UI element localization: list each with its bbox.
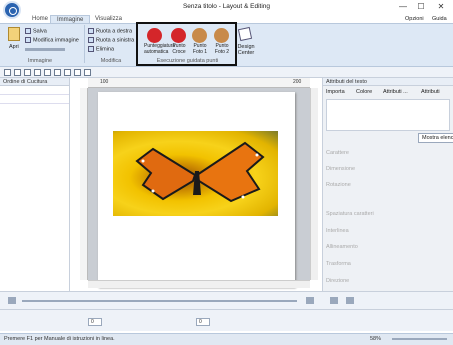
close-button[interactable]: ✕ xyxy=(434,2,448,12)
window-title: Senza titolo - Layout & Editing xyxy=(182,3,271,10)
save-label: Salva xyxy=(33,28,47,35)
sewing-order-title: Ordine di Cucitura xyxy=(0,78,69,86)
value-field[interactable]: 0 xyxy=(88,318,102,326)
butterfly-image xyxy=(135,141,265,203)
rotation-row[interactable]: Rotazione xyxy=(326,182,351,191)
butterfly-photo[interactable] xyxy=(113,131,278,216)
rotate-right-icon xyxy=(88,28,94,34)
auto-punch-label[interactable]: Punteggiatura automatica xyxy=(144,43,175,55)
show-list-button[interactable]: Mostra elenco xyxy=(418,133,453,143)
grid-icon[interactable] xyxy=(74,69,81,76)
stop-icon[interactable] xyxy=(346,297,354,304)
status-bar: Premere F1 per Manuale di istruzioni in … xyxy=(0,333,453,345)
save-icon[interactable] xyxy=(24,69,31,76)
design-center-button[interactable]: Design Center xyxy=(236,44,256,56)
zoom-slider[interactable] xyxy=(392,338,447,340)
transform-bar xyxy=(0,309,453,331)
attributes-tab-1[interactable]: Attributi ... xyxy=(383,89,408,95)
direction-row[interactable]: Direzione xyxy=(326,278,349,287)
playback-start-icon[interactable] xyxy=(8,297,16,304)
open-button[interactable]: Apri xyxy=(9,44,19,50)
rotate-right-button[interactable]: Ruota a destra xyxy=(88,28,132,34)
print-icon[interactable] xyxy=(34,69,41,76)
photo-stitch-2-icon[interactable] xyxy=(214,28,229,43)
group-image-label: Immagine xyxy=(27,58,53,64)
rotate-left-button[interactable]: Ruota a sinistra xyxy=(88,37,134,43)
photo-stitch-2-label[interactable]: Punto Foto 2 xyxy=(211,43,233,55)
ruler-label-200: 200 xyxy=(293,79,302,85)
font-row[interactable]: Carattere xyxy=(326,150,349,159)
sewing-order-toolbar[interactable] xyxy=(0,86,69,95)
group-edit-label: Modifica xyxy=(100,58,122,64)
cross-stitch-icon[interactable] xyxy=(171,28,186,43)
zoom-level: 58% xyxy=(370,336,382,342)
design-center-icon[interactable] xyxy=(237,26,253,42)
import-tab[interactable]: Importa xyxy=(326,89,345,95)
play-icon[interactable] xyxy=(330,297,338,304)
save-icon xyxy=(25,28,31,34)
attributes-tab-2[interactable]: Attributi xyxy=(421,89,440,95)
delete-button[interactable]: Elimina xyxy=(88,46,114,52)
horizontal-scrollbar[interactable] xyxy=(88,280,310,288)
auto-punch-icon[interactable] xyxy=(147,28,162,43)
value-field-2[interactable]: 0 xyxy=(196,318,210,326)
zoom-icon[interactable] xyxy=(64,69,71,76)
alignment-row[interactable]: Allineamento xyxy=(326,244,358,253)
status-text: Premere F1 per Manuale di istruzioni in … xyxy=(4,336,115,342)
save-button[interactable]: Salva xyxy=(25,28,47,34)
rotate-right-label: Ruota a destra xyxy=(96,28,133,35)
edit-image-label: Modifica immagine xyxy=(33,37,79,44)
cross-stitch-label[interactable]: Punto Croce xyxy=(168,43,190,55)
photo-stitch-1-label[interactable]: Punto Foto 1 xyxy=(189,43,211,55)
rotate-left-icon xyxy=(88,37,94,43)
color-tab[interactable]: Colore xyxy=(356,89,372,95)
edit-image-button[interactable]: Modifica immagine xyxy=(25,37,79,43)
guide-menu[interactable]: Guida xyxy=(432,16,447,22)
delete-label: Elimina xyxy=(96,46,115,53)
minimize-button[interactable]: — xyxy=(396,2,410,12)
spacing-row[interactable]: Spaziatura caratteri xyxy=(326,211,374,220)
attributes-title: Attributi del testo xyxy=(323,78,453,86)
redo-icon[interactable] xyxy=(54,69,61,76)
folder-icon[interactable] xyxy=(8,27,20,41)
photo-stitch-1-icon[interactable] xyxy=(192,28,207,43)
edit-image-icon xyxy=(25,37,31,43)
sewing-order-toolbar-2[interactable] xyxy=(0,95,69,104)
new-icon[interactable] xyxy=(4,69,11,76)
group-guided-label: Esecuzione guidata punti xyxy=(156,58,219,64)
maximize-button[interactable]: ☐ xyxy=(414,2,428,12)
delete-icon xyxy=(88,46,94,52)
playback-slider[interactable] xyxy=(22,300,297,302)
line-spacing-row[interactable]: Interlinea xyxy=(326,228,349,237)
size-row[interactable]: Dimensione xyxy=(326,166,355,175)
sewing-order-panel: Ordine di Cucitura xyxy=(0,78,70,291)
open-icon[interactable] xyxy=(14,69,21,76)
text-input-area[interactable] xyxy=(326,99,450,131)
playback-end-icon[interactable] xyxy=(306,297,314,304)
undo-icon[interactable] xyxy=(44,69,51,76)
horizontal-ruler xyxy=(88,78,310,88)
ribbon-separator xyxy=(84,25,85,63)
transform-row[interactable]: Trasforma xyxy=(326,261,351,270)
options-menu[interactable]: Opzioni xyxy=(405,16,424,22)
image-slider[interactable] xyxy=(25,48,65,51)
vertical-scrollbar[interactable] xyxy=(310,88,318,280)
rotate-left-label: Ruota a sinistra xyxy=(96,37,135,44)
help-icon[interactable] xyxy=(84,69,91,76)
ruler-label-100: 100 xyxy=(100,79,109,85)
vertical-ruler xyxy=(80,88,88,280)
